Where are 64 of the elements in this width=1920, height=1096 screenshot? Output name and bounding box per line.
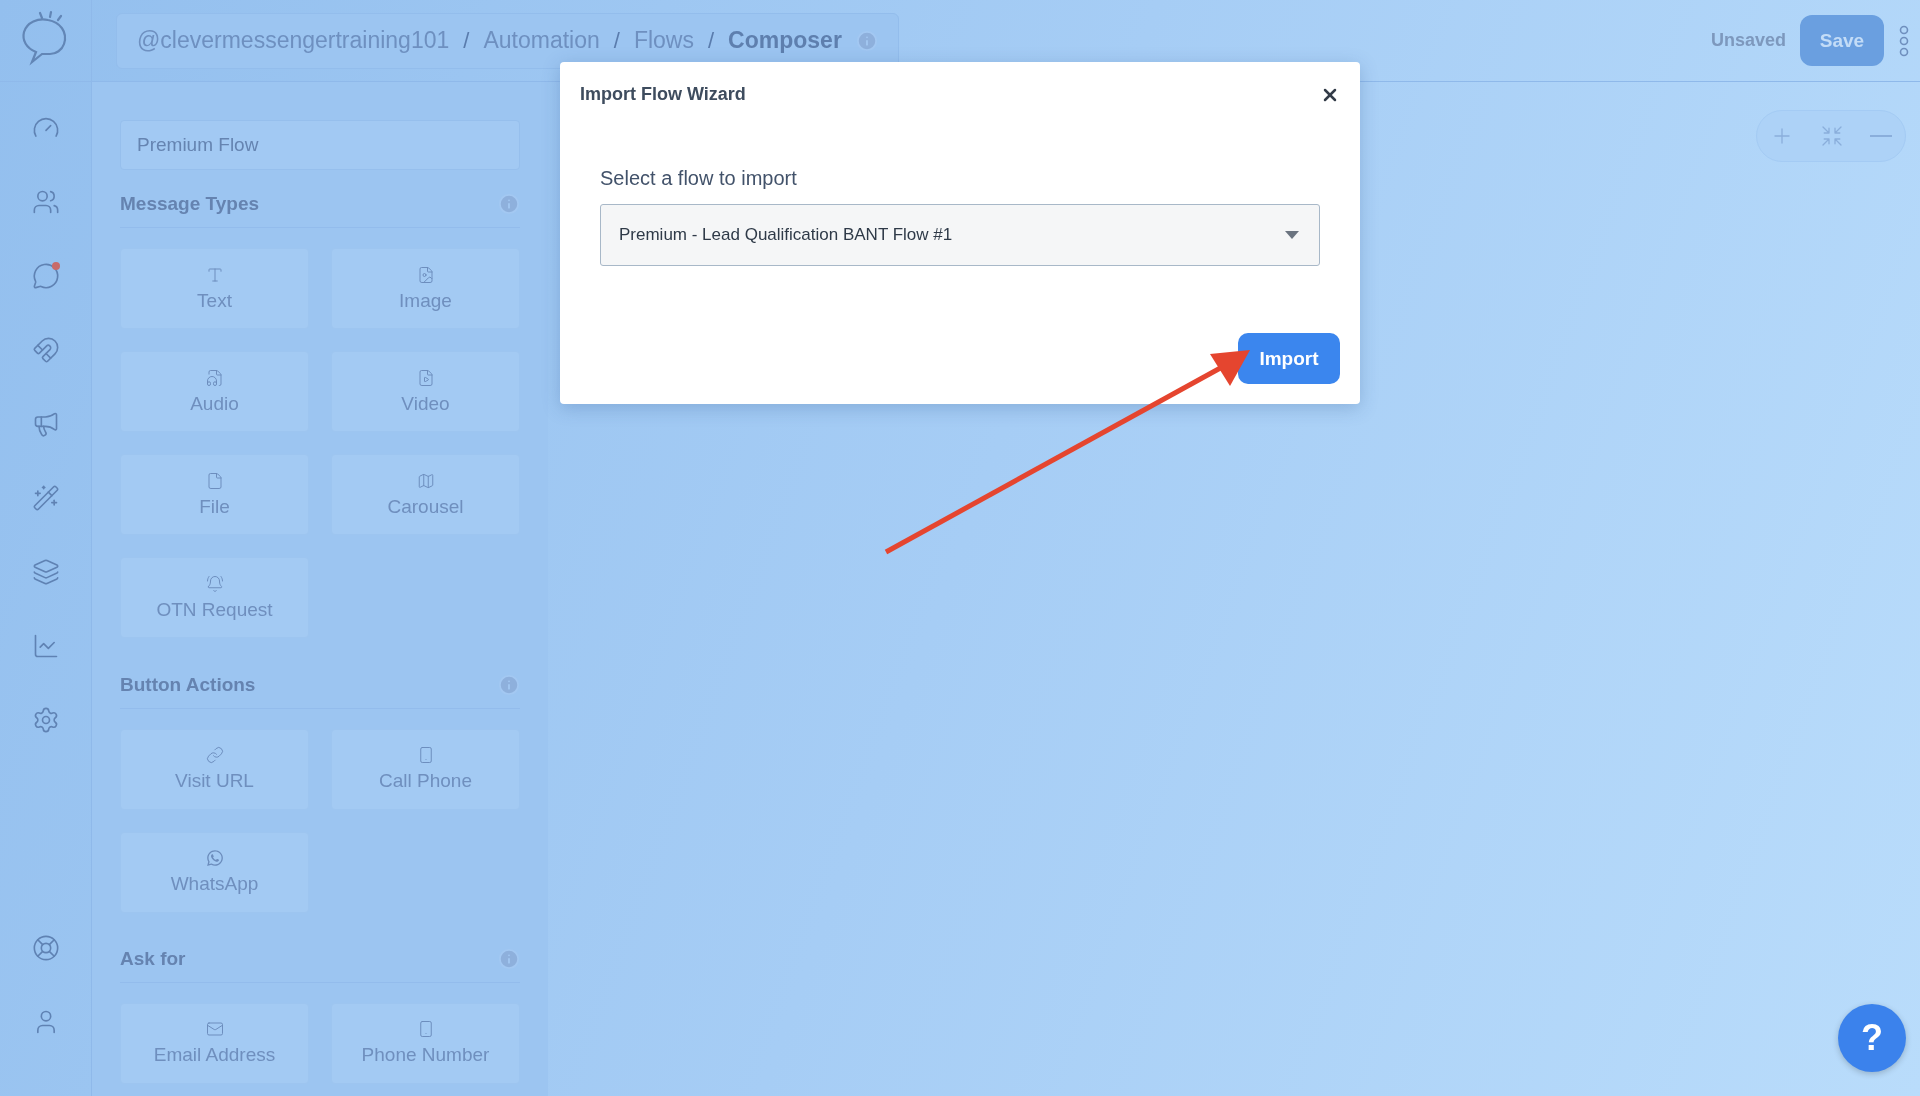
- flow-select[interactable]: Premium - Lead Qualification BANT Flow #1: [600, 204, 1320, 266]
- block-tile[interactable]: Text: [120, 248, 309, 330]
- tile-label: Audio: [190, 392, 239, 415]
- breadcrumb-separator: /: [707, 27, 715, 54]
- tile-label: Carousel: [387, 495, 464, 518]
- block-tile[interactable]: Carousel: [331, 454, 520, 536]
- chat-icon: [31, 262, 60, 290]
- dialog-title: Import Flow Wizard: [580, 84, 746, 105]
- block-tile[interactable]: Audio: [120, 351, 309, 433]
- minus-icon: [1870, 135, 1892, 137]
- field-label: Select a flow to import: [600, 167, 798, 190]
- letter-icon: [205, 265, 224, 284]
- magic-wand-icon: [31, 484, 60, 512]
- save-button[interactable]: Save: [1800, 15, 1884, 66]
- block-tile[interactable]: Visit URL: [120, 728, 309, 810]
- info-icon: [855, 29, 878, 52]
- help-button[interactable]: ?: [1838, 1004, 1906, 1072]
- tile-label: WhatsApp: [170, 873, 259, 896]
- more-options-icon[interactable]: [1898, 24, 1910, 57]
- bell-icon: [205, 574, 224, 593]
- layers-icon: [31, 558, 60, 586]
- block-tile[interactable]: WhatsApp: [120, 831, 309, 913]
- info-icon: [498, 193, 520, 216]
- block-tile[interactable]: Call Phone: [331, 728, 520, 810]
- tile-label: Call Phone: [379, 770, 472, 793]
- lifebuoy-icon: [31, 934, 60, 962]
- import-button[interactable]: Import: [1238, 333, 1340, 384]
- audio-file-icon: [205, 368, 224, 387]
- shrink-arrows-icon: [1820, 124, 1844, 148]
- link-icon: [205, 746, 224, 765]
- block-tile[interactable]: Email Address: [120, 1003, 309, 1084]
- map-icon: [416, 471, 435, 490]
- fit-button[interactable]: [1820, 124, 1844, 148]
- tile-label: Image: [399, 289, 452, 312]
- image-file-icon: [416, 265, 435, 284]
- breadcrumb-separator: /: [463, 27, 470, 54]
- magnet-icon: [31, 336, 60, 364]
- block-tile[interactable]: Image: [331, 248, 520, 330]
- breadcrumb-separator: /: [613, 27, 620, 54]
- users-icon: [31, 188, 60, 216]
- whatsapp-icon: [205, 849, 224, 868]
- section-heading: Button Actions: [120, 673, 256, 696]
- info-icon: [498, 673, 520, 696]
- video-file-icon: [416, 368, 435, 387]
- tile-label: Phone Number: [361, 1044, 490, 1067]
- tile-label: Text: [197, 289, 232, 312]
- block-tile[interactable]: Phone Number: [331, 1003, 520, 1084]
- section-heading: Message Types: [120, 193, 260, 216]
- info-icon: [498, 948, 520, 971]
- file-icon: [205, 471, 224, 490]
- section-heading: Ask for: [120, 948, 186, 971]
- mail-icon: [205, 1020, 224, 1039]
- tile-label: Video: [401, 392, 450, 415]
- caret-icon: [1285, 231, 1299, 239]
- block-tile[interactable]: OTN Request: [120, 557, 309, 639]
- tile-label: Visit URL: [175, 770, 254, 793]
- tile-label: File: [199, 495, 230, 518]
- breadcrumb-link[interactable]: Composer: [728, 27, 842, 54]
- flow-name-field[interactable]: Premium Flow: [120, 120, 520, 170]
- tile-label: Email Address: [153, 1044, 276, 1067]
- block-tile[interactable]: Video: [331, 351, 520, 433]
- block-tile[interactable]: File: [120, 454, 309, 536]
- tile-label: OTN Request: [156, 598, 273, 621]
- save-status: Unsaved: [1710, 30, 1786, 51]
